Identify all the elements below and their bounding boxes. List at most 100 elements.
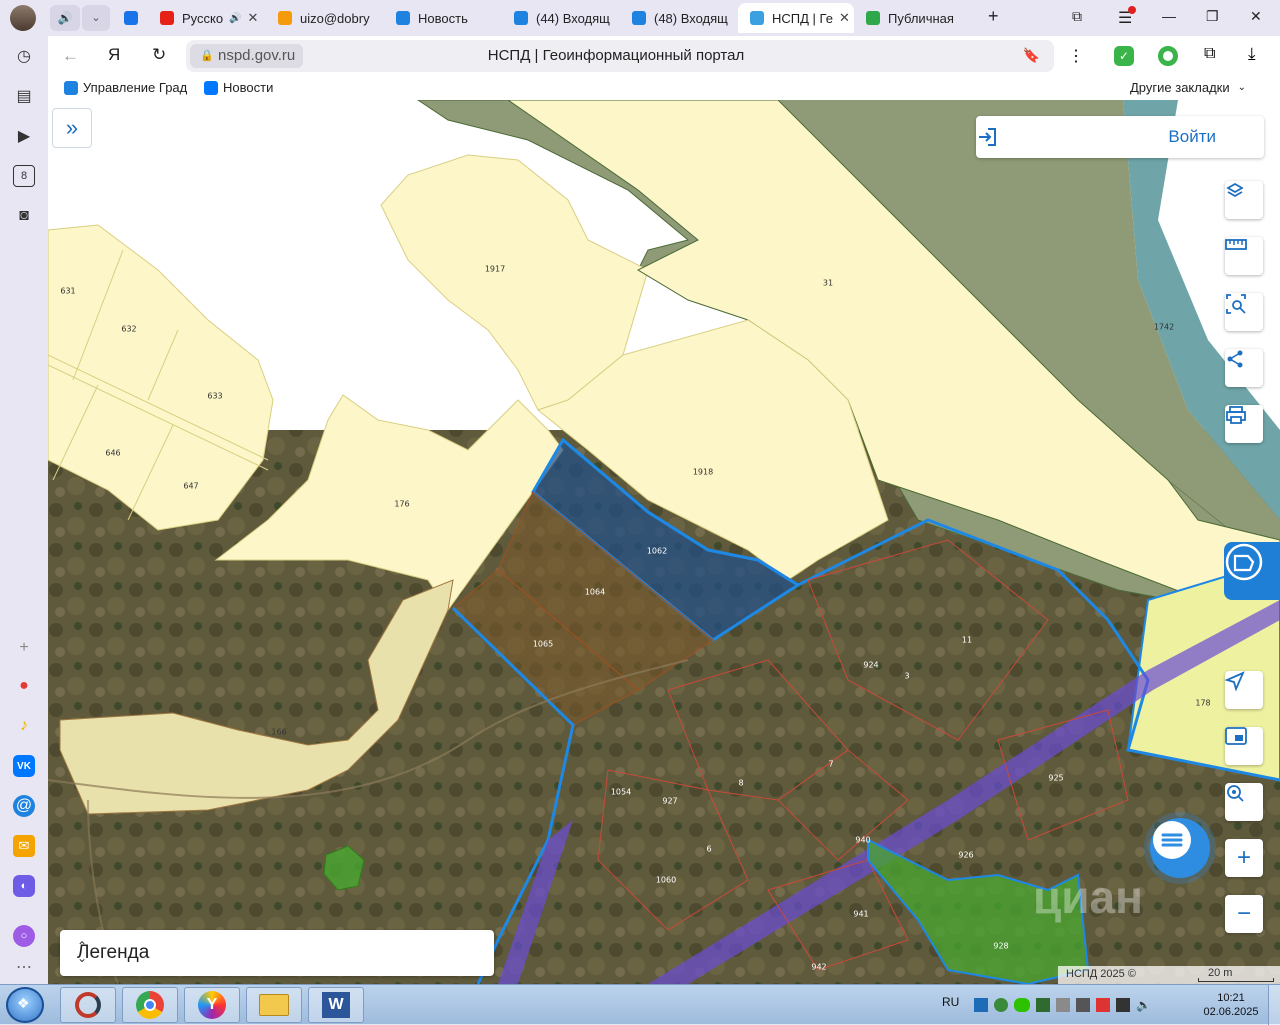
tab-6-active[interactable]: НСПД | Ге ✕ [738,3,854,33]
parcel-label: 1060 [655,875,677,885]
language-indicator[interactable]: RU [942,995,959,1009]
profile-avatar[interactable] [10,5,36,31]
tab-4[interactable]: (44) Входящ [514,3,614,33]
tray-network-icon[interactable] [974,998,988,1012]
bookmarks-bar: Управление Град Новости Другие закладки … [48,76,1280,100]
tab-label: Публичная [888,10,954,26]
parcel-label: 31 [822,278,834,288]
tray-warning-flag-icon[interactable] [1096,998,1110,1012]
taskbar-app-explorer[interactable] [246,987,302,1023]
chrome-icon [136,991,164,1019]
reload-icon[interactable]: ↻ [152,45,166,65]
tab-label: (44) Входящ [536,10,610,26]
restore-icon[interactable]: ❐ [1206,8,1219,25]
address-bar: ← Я ↻ 🔒 nspd.gov.ru НСПД | Геоинформацио… [48,36,1280,76]
system-clock[interactable]: 10:21 02.06.2025 [1196,991,1266,1019]
tab-label: НСПД | Ге [772,10,833,26]
back-icon[interactable]: ← [62,46,79,66]
bookmark-item[interactable]: Управление Град [64,80,188,95]
extensions-icon[interactable]: ⧉ [1204,45,1215,63]
bookmark-icon[interactable]: 🔖 [1023,47,1040,64]
tray-tools-icon[interactable] [1056,998,1070,1012]
taskbar-app-yandex-browser[interactable]: Y [184,987,240,1023]
mail-at-icon[interactable]: @ [13,795,35,817]
audio-icon[interactable]: 🔊 [50,5,80,31]
tray-volume-icon[interactable]: 🔈 [1136,998,1151,1012]
extension-ring-icon[interactable] [1158,46,1178,66]
measure-button[interactable] [1225,237,1263,275]
add-icon[interactable]: + [13,637,35,659]
messenger-icon[interactable]: ◐ [13,875,35,897]
area-search-button[interactable] [1225,293,1263,331]
tray-wechat-icon[interactable] [1014,998,1030,1012]
geo-search-button[interactable] [1225,783,1263,821]
taskbar-app-word[interactable]: W [308,987,364,1023]
close-icon[interactable]: ✕ [839,10,850,26]
legend-panel[interactable]: Легенда ⌃ ⌄ [60,930,494,976]
tab-7[interactable]: Публичная [866,3,966,33]
tray-app-icon[interactable] [994,998,1008,1012]
tab-collections-icon[interactable]: ⧉ [1072,8,1082,25]
zoom-in-button[interactable]: + [1225,839,1263,877]
tab-2[interactable]: uizo@dobry [278,3,378,33]
expand-panel-button[interactable]: » [52,108,92,148]
login-button[interactable]: Войти [976,116,1264,158]
parcel-label: 633 [207,391,223,401]
url-box[interactable]: 🔒 nspd.gov.ru НСПД | Геоинформационный п… [186,40,1054,72]
sidepanel-toggle-button[interactable] [1224,542,1280,600]
tray-printer-icon[interactable] [1076,998,1090,1012]
tab-1[interactable]: Русско 🔊 ✕ [160,3,264,33]
bookmark-item[interactable]: Новости [204,80,273,95]
parcel-label: 942 [811,962,827,972]
area-search-icon [1226,294,1246,314]
minimize-icon[interactable]: — [1162,8,1176,24]
yandex-music-icon[interactable]: ♪ [13,715,35,737]
protect-shield-icon[interactable]: ✓ [1114,46,1134,66]
menu-icon[interactable]: ☰ [1118,6,1136,28]
download-icon[interactable]: ⤓ [1248,44,1256,64]
show-desktop-button[interactable] [1268,985,1280,1025]
taskbar-app-ccleaner[interactable] [60,987,116,1023]
mail-favicon-icon [278,11,292,25]
scale-bar [1198,978,1274,982]
chevron-down-icon[interactable]: ⌄ [82,5,110,31]
counter-icon[interactable]: 8 [13,165,35,187]
tray-display-icon[interactable] [1116,998,1130,1012]
more-vertical-icon[interactable]: ⋮ [1068,46,1084,66]
minimap-button[interactable] [1225,727,1263,765]
parcel-label: 928 [993,941,1009,951]
minimap-icon [1225,727,1247,745]
close-icon[interactable]: ✕ [248,10,259,26]
start-button[interactable]: ❖ [6,987,44,1023]
parcel-label: 7 [828,759,834,769]
taskbar-app-chrome[interactable] [122,987,178,1023]
new-tab-icon[interactable]: + [988,6,999,27]
tray-icons[interactable]: 🔈 [974,996,1190,1014]
layers-button[interactable] [1225,181,1263,219]
parcel-label: 632 [121,324,137,334]
tab-5[interactable]: (48) Входящ [632,3,730,33]
maps-pin-icon[interactable]: ● [13,675,35,697]
more-icon[interactable]: ⋯ [13,956,35,978]
history-icon[interactable]: ◷ [13,45,35,67]
alice-icon[interactable]: ○ [13,925,35,947]
screenshot-icon[interactable]: ◙ [13,205,35,227]
close-window-icon[interactable]: ✕ [1250,8,1262,25]
tab-0[interactable] [124,3,144,33]
map-canvas[interactable]: 631 632 633 646 647 1917 31 1742 176 191… [48,100,1280,984]
tab-3[interactable]: Новость [396,3,496,33]
parcel-label: 1062 [646,546,668,556]
tray-grid-icon[interactable] [1036,998,1050,1012]
mail-envelope-icon[interactable]: ✉ [13,835,35,857]
chat-button[interactable] [1150,818,1210,878]
collections-icon[interactable]: ▤ [13,85,35,107]
yandex-icon[interactable]: Я [108,45,120,65]
locate-button[interactable] [1225,671,1263,709]
url-chip[interactable]: 🔒 nspd.gov.ru [190,44,304,68]
share-button[interactable] [1225,349,1263,387]
print-button[interactable] [1225,405,1263,443]
vk-icon[interactable]: VK [13,755,35,777]
video-icon[interactable]: ▶ [13,125,35,147]
zoom-out-button[interactable]: − [1225,895,1263,933]
other-bookmarks[interactable]: Другие закладки ⌄ [1130,80,1246,95]
